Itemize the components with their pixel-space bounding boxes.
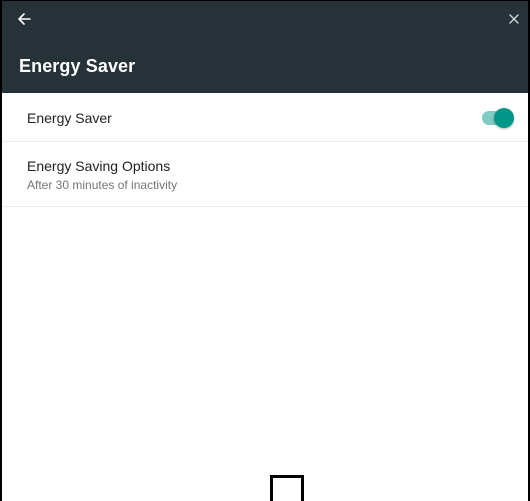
energy-saver-toggle[interactable]	[482, 108, 514, 128]
close-icon	[509, 14, 519, 24]
energy-saver-label: Energy Saver	[27, 110, 112, 126]
energy-saving-options-label: Energy Saving Options	[27, 158, 171, 174]
arrow-left-icon	[18, 13, 31, 25]
energy-saving-options-summary: After 30 minutes of inactivity	[27, 178, 178, 192]
app-window: Energy Saver Energy Saver Energy Saving …	[0, 0, 530, 501]
app-bar: Energy Saver	[2, 1, 528, 93]
toggle-thumb	[494, 108, 514, 128]
page-title: Energy Saver	[19, 56, 136, 76]
energy-saving-options-row[interactable]: Energy Saving Options After 30 minutes o…	[2, 142, 528, 207]
energy-saver-row[interactable]: Energy Saver	[2, 93, 528, 142]
home-button-overlay[interactable]	[270, 475, 304, 501]
back-button[interactable]	[12, 7, 36, 31]
settings-list: Energy Saver Energy Saving Options After…	[2, 93, 528, 207]
close-button[interactable]	[504, 7, 524, 31]
